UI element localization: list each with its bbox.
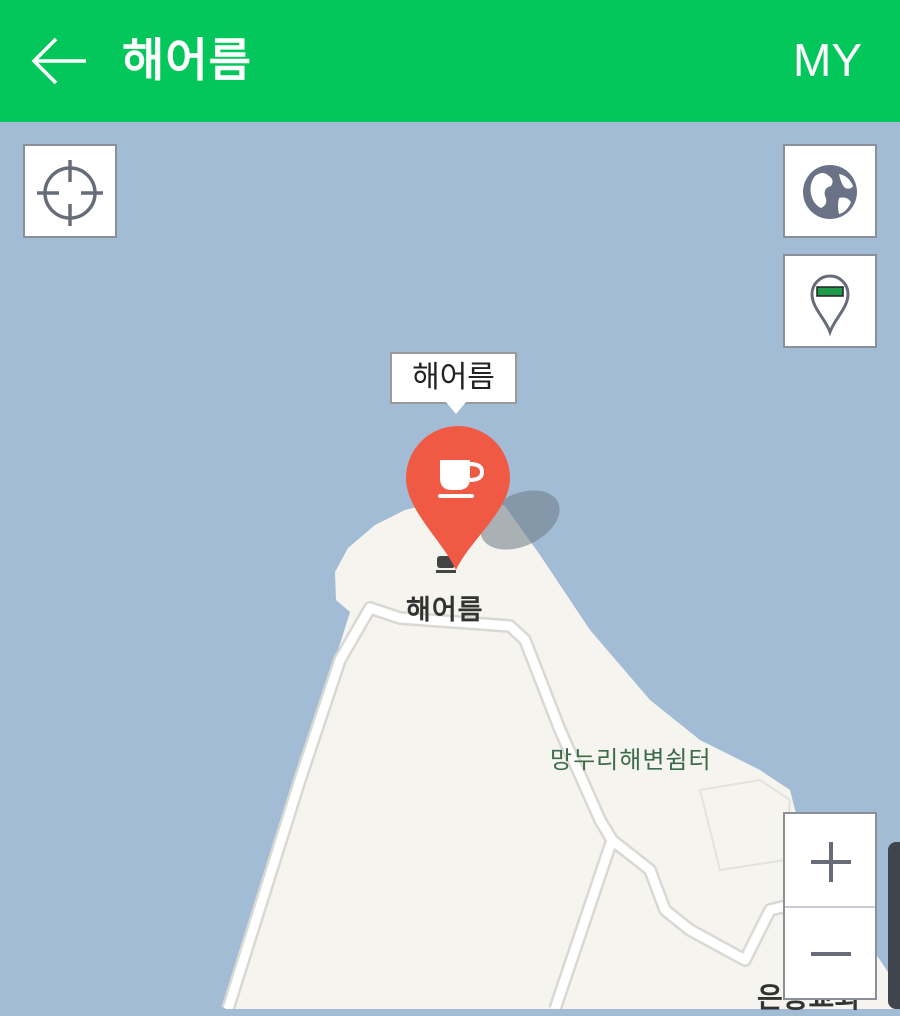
minus-icon: [811, 952, 851, 956]
back-arrow-icon[interactable]: [22, 28, 92, 94]
my-button[interactable]: MY: [793, 30, 862, 90]
pin-icon: [810, 274, 850, 337]
zoom-control: [783, 812, 877, 1000]
poi-label[interactable]: 해어름: [406, 588, 484, 627]
page-title: 해어름: [122, 33, 252, 87]
map-type-button[interactable]: [783, 144, 877, 238]
marker-callout[interactable]: 해어름: [390, 352, 517, 404]
side-panel-handle[interactable]: [888, 842, 900, 1009]
plus-icon: [811, 842, 851, 882]
place-label[interactable]: 망누리해변쉼터: [550, 740, 712, 775]
globe-icon: [803, 165, 857, 219]
zoom-out-button[interactable]: [785, 908, 875, 998]
top-app-bar: 해어름 MY: [0, 0, 900, 122]
locate-button[interactable]: [23, 144, 117, 238]
callout-tip: [446, 402, 466, 414]
crosshair-icon: [37, 160, 103, 226]
map-canvas[interactable]: [0, 122, 900, 1009]
pin-button[interactable]: [783, 254, 877, 348]
zoom-in-button[interactable]: [785, 814, 875, 906]
